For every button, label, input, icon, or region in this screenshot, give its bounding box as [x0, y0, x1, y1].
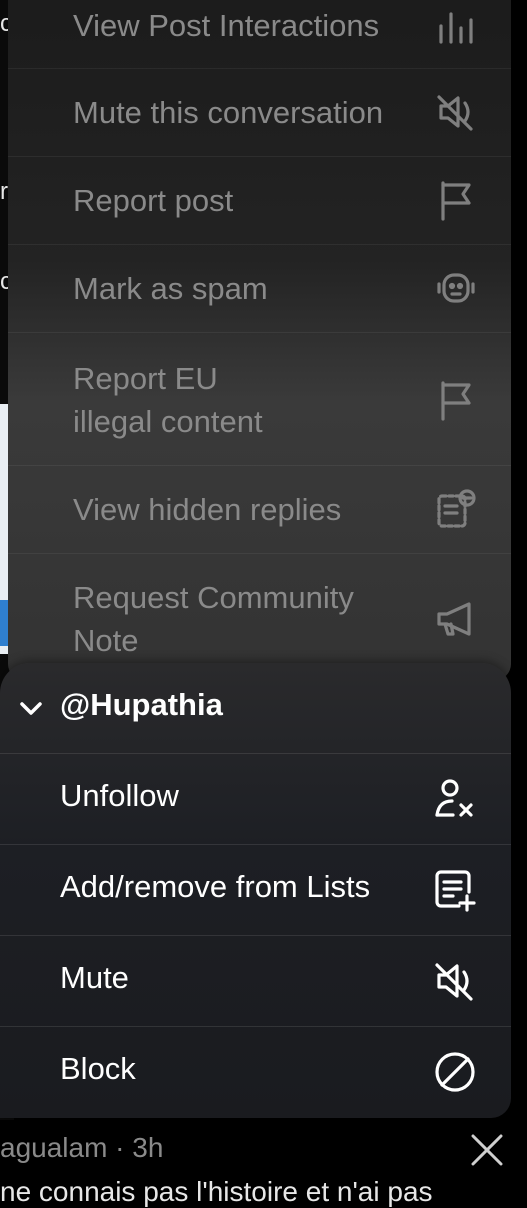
block-label: Block — [60, 1051, 136, 1086]
menu-item-request-community-note[interactable]: Request Community Note — [8, 553, 511, 681]
block-button[interactable]: Block — [0, 1026, 511, 1117]
chevron-down-icon[interactable] — [18, 695, 44, 721]
add-list-icon — [433, 868, 477, 912]
robot-icon — [435, 267, 477, 309]
mute-button[interactable]: Mute — [0, 935, 511, 1027]
menu-item-label-line1: Report EU — [73, 361, 218, 396]
mute-speaker-icon — [435, 91, 477, 133]
megaphone-icon — [435, 598, 477, 640]
menu-item-mark-spam[interactable]: Mark as spam — [8, 244, 511, 333]
block-icon — [433, 1050, 477, 1094]
menu-item-label-line2: Note — [73, 623, 139, 658]
menu-item-view-interactions[interactable]: View Post Interactions — [8, 0, 511, 68]
mute-speaker-icon — [433, 959, 477, 1003]
menu-item-label-line2: illegal content — [73, 404, 263, 439]
menu-item-label: Report post — [73, 183, 234, 218]
menu-item-mute-conversation[interactable]: Mute this conversation — [8, 68, 511, 157]
unfollow-button[interactable]: Unfollow — [0, 753, 511, 845]
hidden-replies-icon — [435, 488, 477, 530]
tweet-meta: agualam · 3h — [0, 1132, 164, 1163]
background-tweet: agualam · 3h ne connais pas l'histoire e… — [0, 1120, 527, 1207]
add-remove-lists-button[interactable]: Add/remove from Lists — [0, 844, 511, 936]
menu-item-view-hidden-replies[interactable]: View hidden replies — [8, 465, 511, 554]
menu-item-label: View hidden replies — [73, 492, 342, 527]
user-actions-sheet: @Hupathia Unfollow Add/remove from Lists… — [0, 663, 511, 1118]
menu-item-label: View Post Interactions — [73, 8, 380, 43]
menu-item-report-eu[interactable]: Report EU illegal content — [8, 332, 511, 466]
flag-icon — [435, 179, 477, 221]
unfollow-icon — [433, 777, 477, 821]
bar-chart-icon — [435, 4, 477, 46]
menu-item-label-line1: Request Community — [73, 580, 354, 615]
post-options-menu: View Post Interactions Mute this convers… — [8, 0, 511, 680]
unfollow-label: Unfollow — [60, 778, 179, 813]
menu-item-label: Mark as spam — [73, 271, 268, 306]
menu-item-report-post[interactable]: Report post — [8, 156, 511, 245]
tweet-text: ne connais pas l'histoire et n'ai pas — [0, 1176, 433, 1207]
user-sheet-header[interactable]: @Hupathia — [0, 663, 511, 754]
x-logo-icon — [469, 1132, 505, 1168]
flag-icon — [435, 379, 477, 421]
mute-label: Mute — [60, 960, 129, 995]
add-remove-lists-label: Add/remove from Lists — [60, 869, 371, 904]
menu-item-label: Mute this conversation — [73, 95, 384, 130]
user-handle: @Hupathia — [60, 687, 223, 722]
